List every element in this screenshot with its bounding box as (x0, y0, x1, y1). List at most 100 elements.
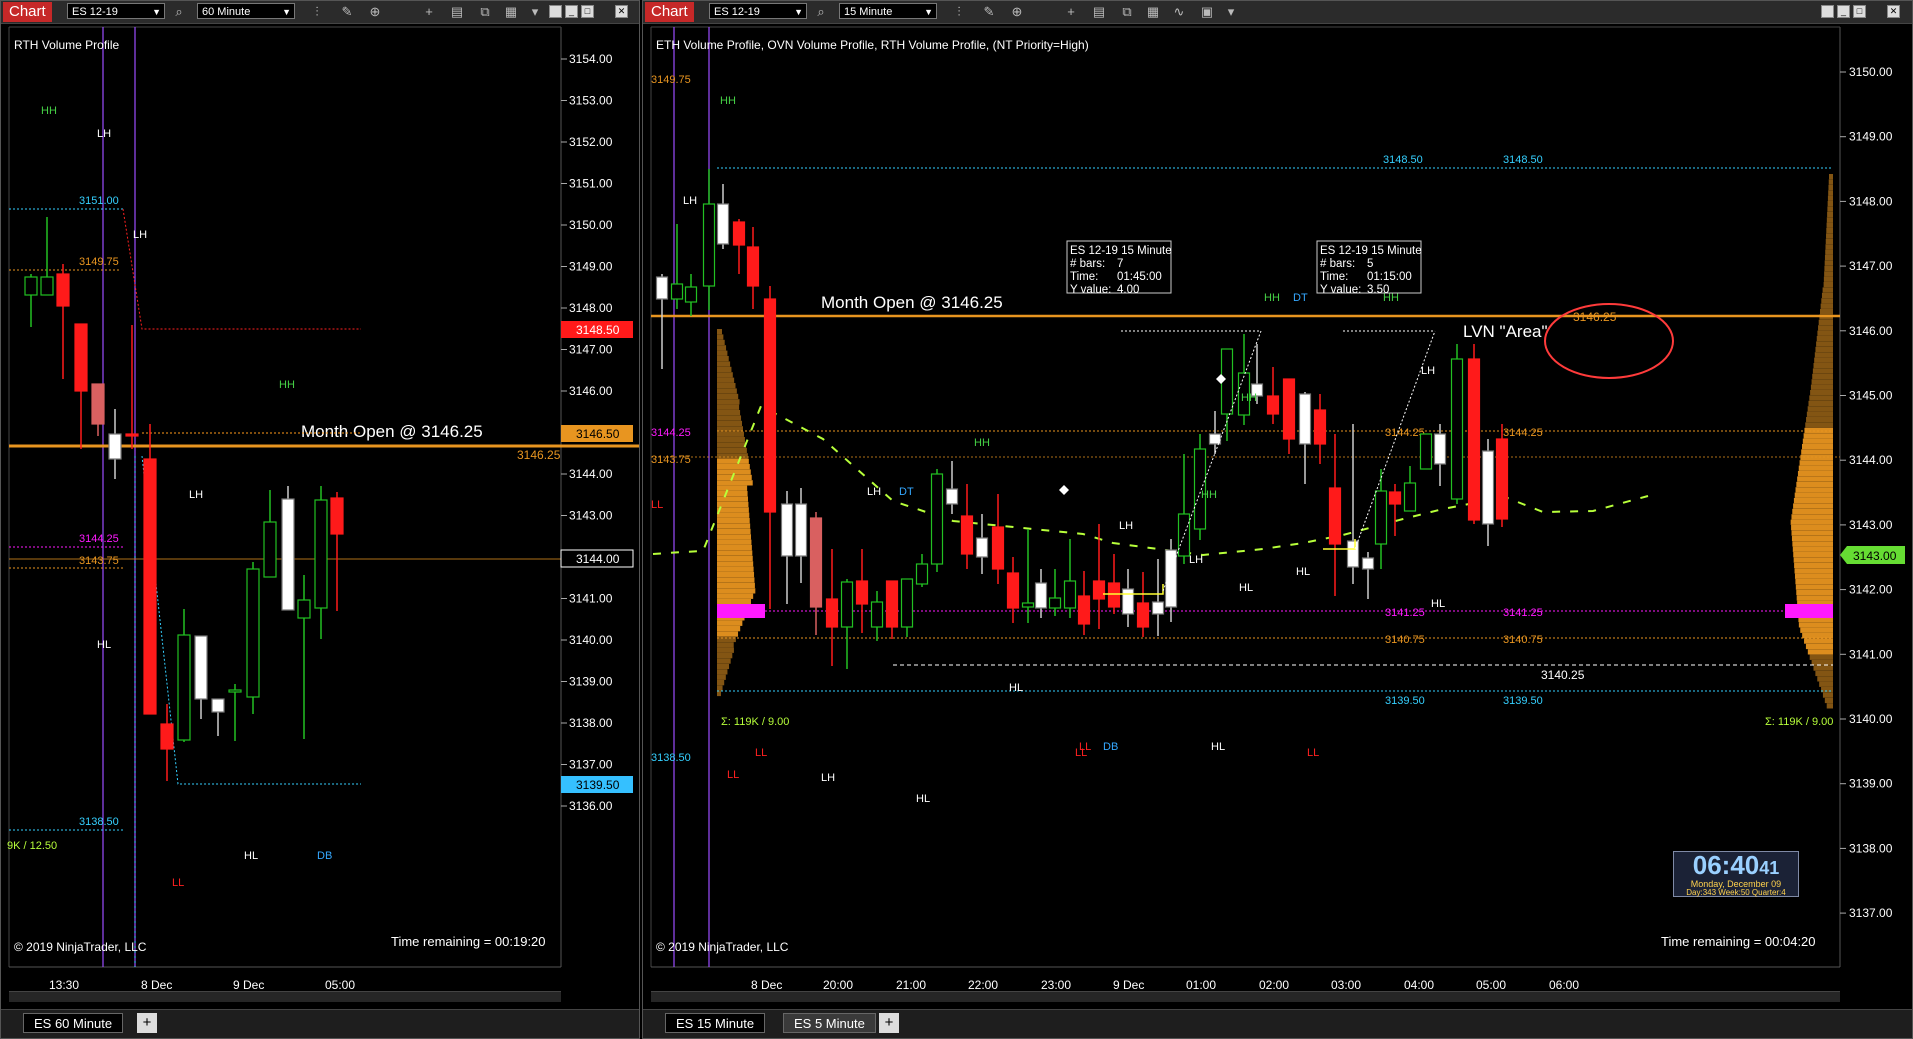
properties-icon[interactable]: ▤ (449, 4, 465, 20)
profile-bar (1804, 427, 1833, 434)
maximize-button[interactable]: □ (1853, 5, 1866, 18)
crosshair-icon[interactable]: + (1063, 4, 1079, 20)
profile-bar (717, 577, 755, 583)
add-tab-button[interactable]: + (879, 1013, 899, 1033)
search-icon[interactable]: ⌕ (171, 4, 187, 20)
minimize-button[interactable]: _ (1837, 5, 1850, 18)
profile-bar (1821, 292, 1833, 299)
interval-select[interactable]: 15 Minute ▼ (839, 3, 937, 19)
swing-label: HL (97, 639, 111, 651)
profile-bar (717, 474, 752, 481)
candle-body (1374, 490, 1388, 545)
level-label: 3139.50 (1503, 695, 1543, 707)
profile-bar (1816, 336, 1833, 342)
profile-bar (1824, 265, 1833, 272)
profile-bar (717, 464, 750, 470)
price-tick-label: 3142.00 (1849, 583, 1893, 597)
maximize-button[interactable]: □ (581, 5, 594, 18)
swing-label: HL (1009, 682, 1023, 694)
swing-label: HL (244, 850, 258, 862)
svg-text:4.00: 4.00 (1117, 284, 1139, 296)
profile-bar (1793, 503, 1833, 509)
level-label: 3151.00 (79, 195, 119, 207)
minimize-button[interactable]: _ (565, 5, 578, 18)
candle-body (177, 634, 191, 741)
zoom-icon[interactable]: ⊕ (1009, 4, 1025, 20)
candle-body (1164, 549, 1178, 608)
profile-bar (1792, 508, 1833, 515)
tab-es-5-minute[interactable]: ES 5 Minute (783, 1013, 876, 1033)
horizontal-scrollbar[interactable] (651, 991, 1840, 1002)
more-icon[interactable]: ▾ (527, 4, 543, 20)
properties-icon[interactable]: ▤ (1091, 4, 1107, 20)
price-tick-label: 3149.00 (569, 260, 613, 274)
horizontal-scrollbar[interactable] (9, 991, 561, 1002)
right-chart-svg: 3150.00 3149.00 3148.00 3147.00 3146.00 3145.… (650, 26, 1905, 992)
profile-bar (717, 447, 747, 454)
bar-type-icon[interactable]: ⫶ (309, 4, 325, 20)
tab-es-60-minute[interactable]: ES 60 Minute (23, 1013, 124, 1033)
candle-body (809, 517, 823, 608)
data-box-icon[interactable]: ▦ (1145, 4, 1161, 20)
level-label: 3144.25 (651, 427, 691, 439)
svg-text:# bars:: # bars: (1070, 258, 1105, 270)
blank-button[interactable] (1821, 5, 1834, 18)
search-icon[interactable]: ⌕ (813, 4, 829, 20)
level-label: 3140.25 (1541, 668, 1585, 682)
blank-button[interactable] (549, 5, 562, 18)
profile-bar (1817, 676, 1833, 682)
strategies-icon[interactable]: ⧉ (1119, 4, 1135, 20)
add-tab-button[interactable]: + (137, 1013, 157, 1033)
data-box-icon[interactable]: ▦ (503, 4, 519, 20)
svg-text:ES 12-19 15 Minute: ES 12-19 15 Minute (1320, 245, 1422, 257)
strategies-icon[interactable]: ⧉ (477, 4, 493, 20)
more-icon[interactable]: ▾ (1223, 4, 1239, 20)
profile-bar (1796, 595, 1833, 601)
profile-bar (1828, 184, 1833, 191)
swing-label: LH (1119, 520, 1133, 532)
instrument-select[interactable]: ES 12-19 ▼ (67, 3, 165, 19)
profile-bar (1818, 319, 1833, 326)
profile-bar (717, 410, 741, 416)
pencil-icon[interactable]: ✎ (981, 4, 997, 20)
chart-menu-button[interactable]: Chart (645, 2, 694, 22)
time-tick-label: 20:00 (823, 978, 853, 992)
candle-body (1361, 557, 1375, 570)
interval-select[interactable]: 60 Minute ▼ (197, 3, 295, 19)
zoom-icon[interactable]: ⊕ (367, 4, 383, 20)
level-label: 3141.25 (1503, 607, 1543, 619)
profile-bar (1827, 206, 1833, 212)
profile-bar (1825, 238, 1833, 245)
time-tick-label: 02:00 (1259, 978, 1289, 992)
tooltip-box: ES 12-19 15 Minute # bars: 7 Time: 01:45… (1066, 240, 1172, 296)
profile-bar (717, 431, 744, 437)
profile-bar (1811, 660, 1833, 666)
candle-body (840, 581, 854, 628)
price-tick-label: 3139.00 (1849, 777, 1893, 791)
tab-es-15-minute[interactable]: ES 15 Minute (665, 1013, 766, 1033)
profile-bar (717, 356, 729, 362)
chart-menu-button[interactable]: Chart (3, 2, 52, 22)
drawing-tools-icon[interactable]: ▣ (1199, 4, 1215, 20)
bar-type-icon[interactable]: ⫶ (951, 4, 967, 20)
level-label: 3139.50 (1385, 695, 1425, 707)
profile-bar (717, 404, 740, 410)
swing-label: LL (651, 499, 663, 511)
profile-bar (1812, 373, 1833, 380)
candle-body (975, 537, 989, 558)
profile-bar (1817, 330, 1833, 336)
price-tick-label: 3143.00 (569, 509, 613, 523)
time-tick-label: 13:30 (49, 978, 79, 992)
candle-body (732, 221, 746, 246)
profile-bar (1791, 535, 1833, 542)
indicator-icon[interactable]: ∿ (1171, 4, 1187, 20)
pencil-icon[interactable]: ✎ (339, 4, 355, 20)
time-axis: 13:30 8 Dec 9 Dec 05:00 (49, 978, 355, 992)
close-button[interactable]: ✕ (1887, 5, 1900, 18)
profile-bar (717, 507, 749, 513)
candle-body (1467, 358, 1481, 521)
close-button[interactable]: ✕ (615, 5, 628, 18)
instrument-select[interactable]: ES 12-19 ▼ (709, 3, 807, 19)
profile-bar (1808, 400, 1833, 407)
crosshair-icon[interactable]: + (421, 4, 437, 20)
